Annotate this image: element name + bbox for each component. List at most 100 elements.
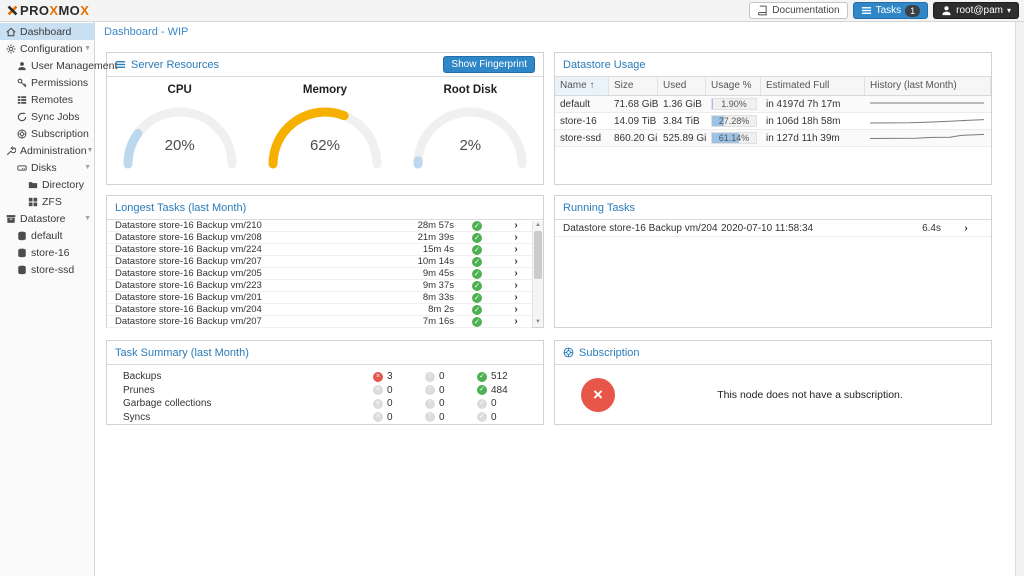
open-task-chevron-icon[interactable]: ›	[500, 268, 532, 279]
scroll-up-icon[interactable]: ▲	[533, 221, 543, 230]
sidebar-item-default[interactable]: default	[0, 227, 94, 244]
open-task-chevron-icon[interactable]: ›	[500, 280, 532, 291]
ok-icon: ✓	[477, 385, 487, 395]
datastore-row-store-16[interactable]: store-1614.09 TiB3.84 TiB27.28%in 106d 1…	[555, 113, 991, 130]
table-header-row: Name ↑SizeUsedUsage %Estimated FullHisto…	[555, 77, 991, 96]
sidebar-item-label: Configuration	[20, 43, 82, 55]
longest-task-row[interactable]: Datastore store-16 Backup vm/20821m 39s✓…	[107, 232, 532, 244]
sidebar-item-datastore[interactable]: Datastore▼	[0, 210, 94, 227]
longest-task-row[interactable]: Datastore store-16 Backup vm/2077m 16s✓›	[107, 316, 532, 328]
summary-ok-count-cell[interactable]: ✓484	[477, 385, 529, 396]
column-header-used[interactable]: Used	[658, 77, 706, 95]
error-icon: ×	[373, 385, 383, 395]
datastore-row-store-ssd[interactable]: store-ssd860.20 GiB525.89 GiB61.14%in 12…	[555, 130, 991, 147]
datastore-usage-table: Name ↑SizeUsedUsage %Estimated FullHisto…	[555, 77, 991, 147]
sidebar-item-label: Subscription	[31, 128, 89, 140]
summary-label: Prunes	[123, 385, 373, 396]
tasks-button[interactable]: Tasks 1	[853, 2, 929, 19]
scroll-down-icon[interactable]: ▼	[533, 318, 543, 327]
sidebar-item-administration[interactable]: Administration▼	[0, 142, 94, 159]
datastore-row-default[interactable]: default71.68 GiB1.36 GiB1.90%in 4197d 7h…	[555, 96, 991, 113]
summary-ok-count-cell[interactable]: ✓0	[477, 398, 529, 409]
user-menu-button[interactable]: root@pam ▾	[933, 2, 1019, 19]
column-header-history-last-month-[interactable]: History (last Month)	[865, 77, 991, 95]
usage-progress-bar: 27.28%	[711, 115, 757, 127]
sidebar-item-sync-jobs[interactable]: Sync Jobs	[0, 108, 94, 125]
show-fingerprint-button[interactable]: Show Fingerprint	[443, 56, 535, 73]
error-count: 0	[387, 385, 393, 396]
collapse-caret-icon[interactable]: ▼	[84, 45, 91, 52]
history-sparkline	[870, 129, 984, 145]
summary-warning-count-cell[interactable]: !0	[425, 412, 477, 423]
task-status: ✓	[454, 304, 500, 315]
open-task-chevron-icon[interactable]: ›	[500, 316, 532, 327]
open-task-chevron-icon[interactable]: ›	[500, 304, 532, 315]
sidebar-item-directory[interactable]: Directory	[0, 176, 94, 193]
summary-warning-count-cell[interactable]: !0	[425, 385, 477, 396]
summary-warning-count-cell[interactable]: !0	[425, 398, 477, 409]
longest-task-row[interactable]: Datastore store-16 Backup vm/2059m 45s✓›	[107, 268, 532, 280]
sidebar-item-subscription[interactable]: Subscription	[0, 125, 94, 142]
subscription-title: Subscription	[579, 347, 640, 359]
user-label: root@pam	[956, 5, 1003, 16]
sidebar-item-permissions[interactable]: Permissions	[0, 74, 94, 91]
summary-label: Garbage collections	[123, 398, 373, 409]
collapse-caret-icon[interactable]: ▼	[84, 215, 91, 222]
collapse-caret-icon[interactable]: ▼	[87, 147, 94, 154]
summary-ok-count-cell[interactable]: ✓0	[477, 412, 529, 423]
longest-task-row[interactable]: Datastore store-16 Backup vm/2048m 2s✓›	[107, 304, 532, 316]
scrollbar-thumb[interactable]	[534, 231, 542, 279]
column-header-usage-[interactable]: Usage %	[706, 77, 761, 95]
longest-task-row[interactable]: Datastore store-16 Backup vm/21028m 57s✓…	[107, 220, 532, 232]
open-task-chevron-icon[interactable]: ›	[500, 256, 532, 267]
summary-error-count-cell[interactable]: ×0	[373, 385, 425, 396]
sidebar-item-remotes[interactable]: Remotes	[0, 91, 94, 108]
longest-task-row[interactable]: Datastore store-16 Backup vm/2239m 37s✓›	[107, 280, 532, 292]
summary-ok-count-cell[interactable]: ✓512	[477, 371, 529, 382]
open-task-chevron-icon[interactable]: ›	[500, 292, 532, 303]
gauges: CPU20%Memory62%Root Disk2%	[107, 77, 543, 175]
sidebar-item-user-management[interactable]: User Management	[0, 57, 94, 74]
sidebar-item-dashboard[interactable]: Dashboard	[0, 23, 94, 40]
cell-name: default	[555, 99, 609, 110]
cell-size: 14.09 TiB	[609, 116, 658, 127]
logo-text-4: X	[80, 3, 89, 18]
column-header-estimated-full[interactable]: Estimated Full	[761, 77, 865, 95]
sidebar-item-zfs[interactable]: ZFS	[0, 193, 94, 210]
sidebar-item-configuration[interactable]: Configuration▼	[0, 40, 94, 57]
longest-task-row[interactable]: Datastore store-16 Backup vm/2018m 33s✓›	[107, 292, 532, 304]
collapse-caret-icon[interactable]: ▼	[84, 164, 91, 171]
summary-error-count-cell[interactable]: ×0	[373, 412, 425, 423]
longest-task-row[interactable]: Datastore store-16 Backup vm/22415m 4s✓›	[107, 244, 532, 256]
gauge-value: 2%	[400, 137, 540, 154]
open-task-chevron-icon[interactable]: ›	[500, 244, 532, 255]
documentation-button[interactable]: Documentation	[749, 2, 847, 19]
summary-row-garbage-collections: Garbage collections×0!0✓0	[107, 397, 543, 411]
summary-warning-count-cell[interactable]: !0	[425, 371, 477, 382]
longest-task-row[interactable]: Datastore store-16 Backup vm/20710m 14s✓…	[107, 256, 532, 268]
summary-error-count-cell[interactable]: ×3	[373, 371, 425, 382]
column-header-size[interactable]: Size	[609, 77, 658, 95]
cell-usage-pct: 27.28%	[706, 115, 761, 127]
status-ok-icon: ✓	[472, 257, 482, 267]
sidebar-item-store-16[interactable]: store-16	[0, 244, 94, 261]
sidebar-item-store-ssd[interactable]: store-ssd	[0, 261, 94, 278]
cell-usage-pct: 1.90%	[706, 98, 761, 110]
window-scrollbar[interactable]	[1015, 22, 1024, 576]
sidebar-item-disks[interactable]: Disks▼	[0, 159, 94, 176]
open-task-chevron-icon[interactable]: ›	[941, 223, 991, 234]
warning-icon: !	[425, 399, 435, 409]
warning-count: 0	[439, 398, 445, 409]
cell-used: 3.84 TiB	[658, 116, 706, 127]
warning-icon: !	[425, 412, 435, 422]
summary-error-count-cell[interactable]: ×0	[373, 398, 425, 409]
gauge-root-disk: Root Disk2%	[400, 81, 540, 175]
gauge-arc	[260, 96, 390, 170]
open-task-chevron-icon[interactable]: ›	[500, 220, 532, 231]
open-task-chevron-icon[interactable]: ›	[500, 232, 532, 243]
error-icon: ×	[373, 372, 383, 382]
database-icon	[17, 265, 27, 275]
running-task-row[interactable]: Datastore store-16 Backup vm/2042020-07-…	[555, 220, 991, 237]
column-header-name[interactable]: Name ↑	[555, 77, 609, 95]
tasks-scrollbar[interactable]: ▲ ▼	[532, 221, 543, 327]
